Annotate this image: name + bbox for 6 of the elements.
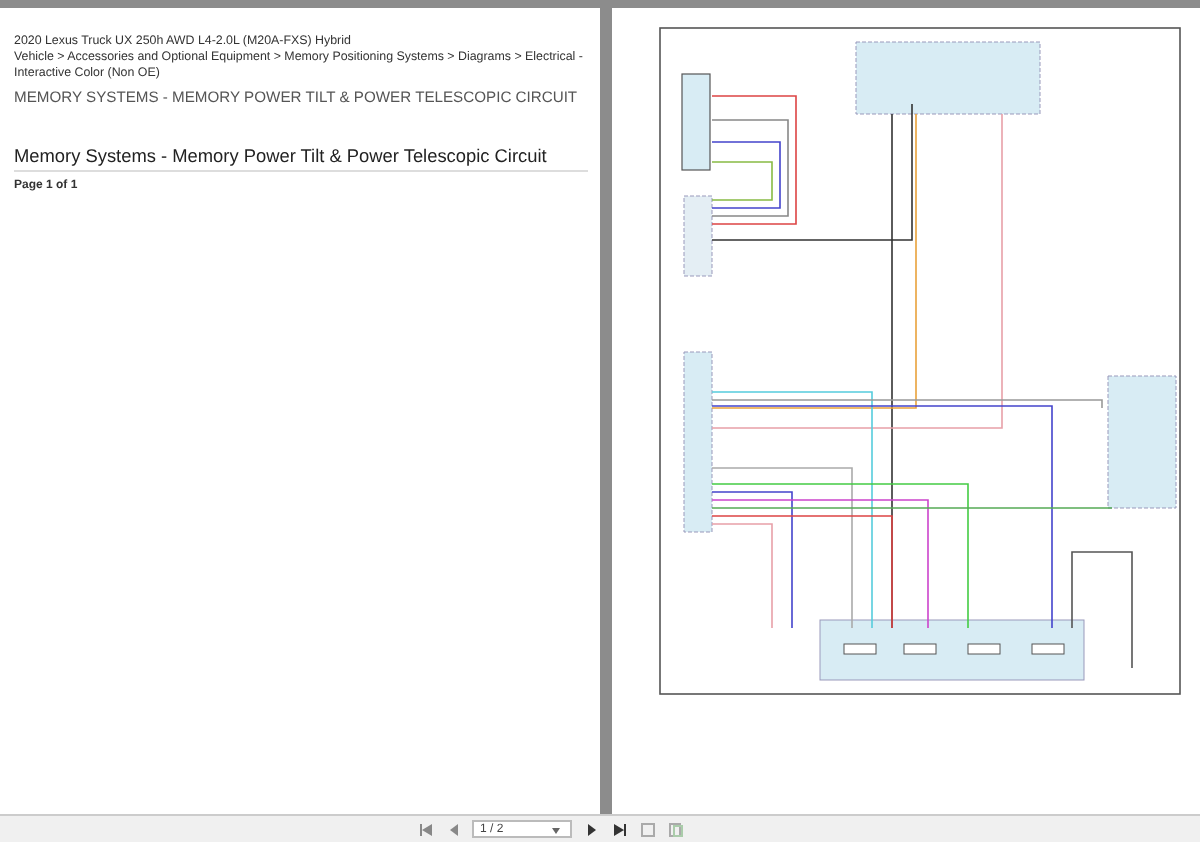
page-icon[interactable] (638, 820, 656, 838)
diagram-title: Memory Systems - Memory Power Tilt & Power Telescopic Circuit (14, 146, 588, 172)
first-page-icon[interactable] (416, 820, 434, 838)
last-page-icon[interactable] (610, 820, 628, 838)
next-page-icon[interactable] (582, 820, 600, 838)
pages-icon[interactable] (666, 820, 684, 838)
